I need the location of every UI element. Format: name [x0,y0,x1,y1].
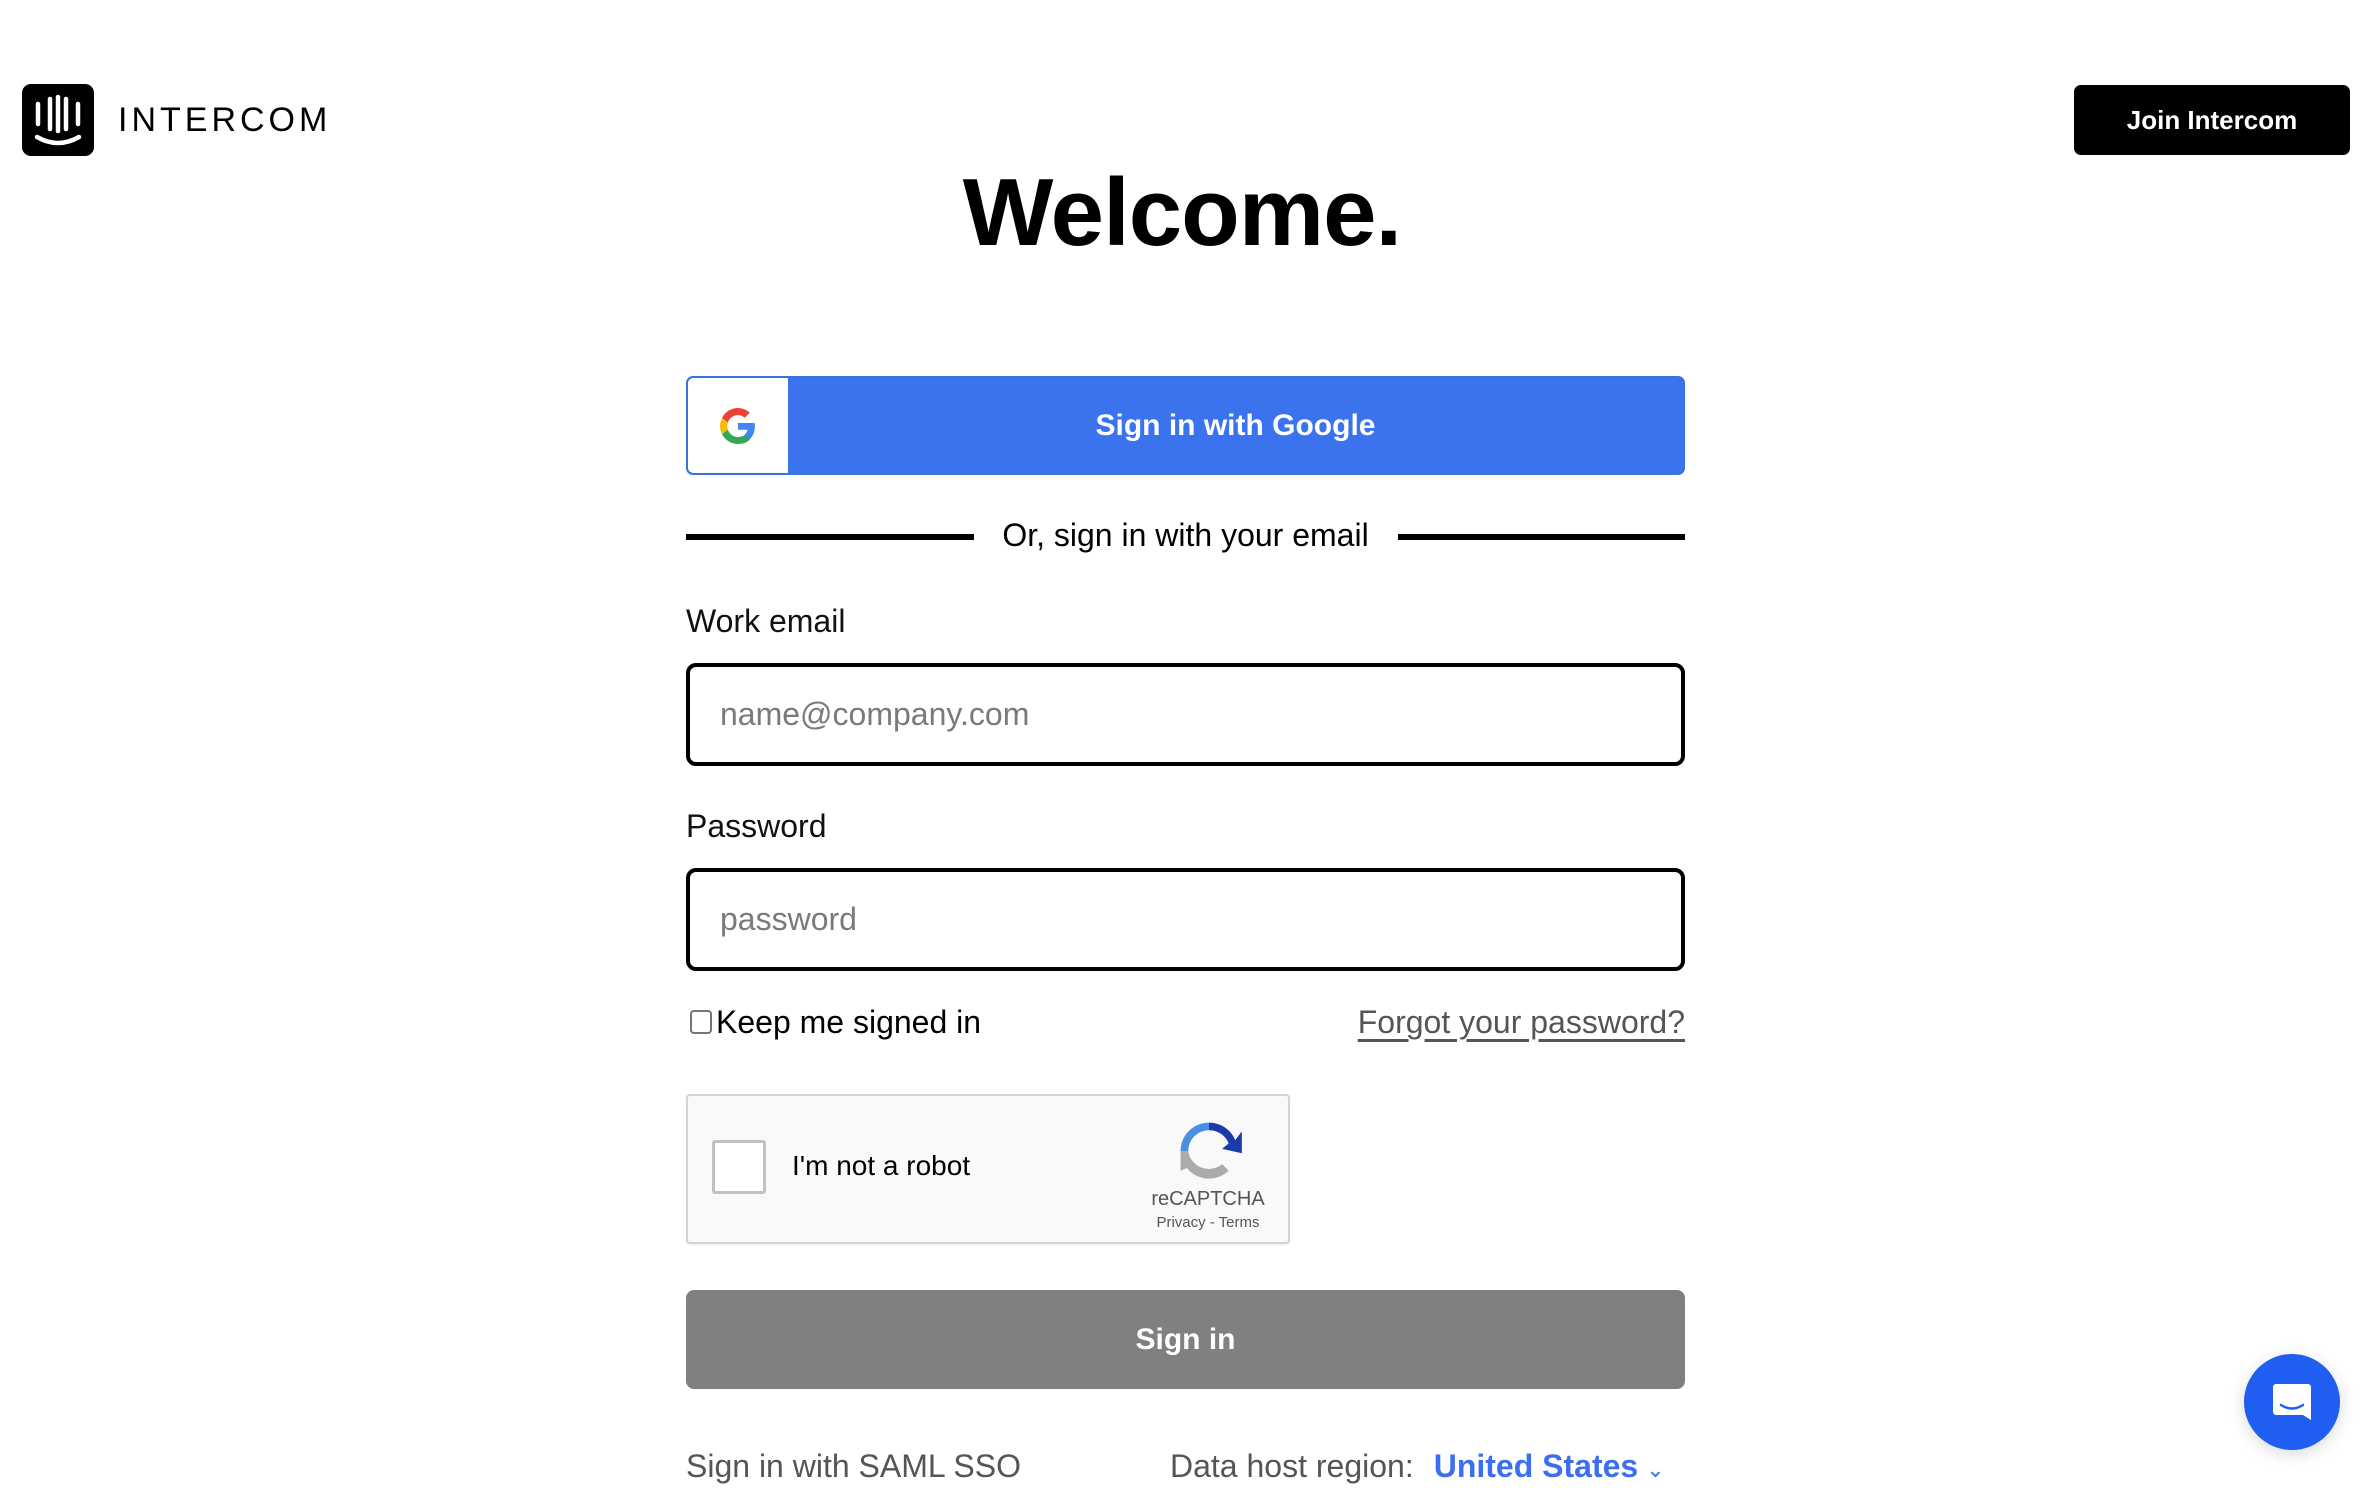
intercom-logo-icon [22,84,94,156]
chat-bubble-icon [2273,1384,2311,1420]
keep-signed-in-checkbox[interactable] [690,1010,712,1034]
join-intercom-button[interactable]: Join Intercom [2074,85,2350,155]
divider: Or, sign in with your email [686,512,1685,558]
forgot-password-link[interactable]: Forgot your password? [1358,1002,1685,1042]
logo-wordmark: INTERCOM [118,100,332,139]
email-field[interactable] [686,663,1685,766]
google-button-label: Sign in with Google [1095,408,1376,442]
sign-in-with-google-button[interactable]: Sign in with Google [686,376,1685,475]
recaptcha-label: I'm not a robot [792,1150,971,1181]
recaptcha-checkbox[interactable] [712,1140,766,1194]
google-icon [720,407,755,444]
region-label: Data host region: [1170,1448,1414,1484]
password-label: Password [686,808,827,844]
recaptcha-brand: reCAPTCHA [1151,1188,1265,1210]
divider-text: Or, sign in with your email [984,517,1387,553]
region-selector[interactable]: United States [1434,1446,1638,1486]
chevron-down-icon[interactable]: ⌄ [1646,1450,1664,1490]
keep-signed-in-row[interactable]: Keep me signed in [690,1002,981,1042]
recaptcha-widget: I'm not a robot reCAPTCHA Privacy - Term… [686,1094,1290,1244]
data-host-region: Data host region: United States ⌄ [1170,1446,1665,1490]
keep-signed-in-label[interactable]: Keep me signed in [716,1002,981,1042]
page-title: Welcome. [962,159,1402,266]
intercom-logo[interactable]: INTERCOM [22,84,331,156]
recaptcha-privacy-terms[interactable]: Privacy - Terms [1128,1214,1288,1231]
recaptcha-logo-icon [1180,1122,1242,1179]
google-icon-box [688,378,788,473]
saml-sso-link[interactable]: Sign in with SAML SSO [686,1446,1021,1486]
sign-in-button[interactable]: Sign in [686,1290,1685,1389]
email-label: Work email [686,603,846,639]
messenger-launcher-button[interactable] [2244,1354,2340,1450]
password-field[interactable] [686,868,1685,971]
